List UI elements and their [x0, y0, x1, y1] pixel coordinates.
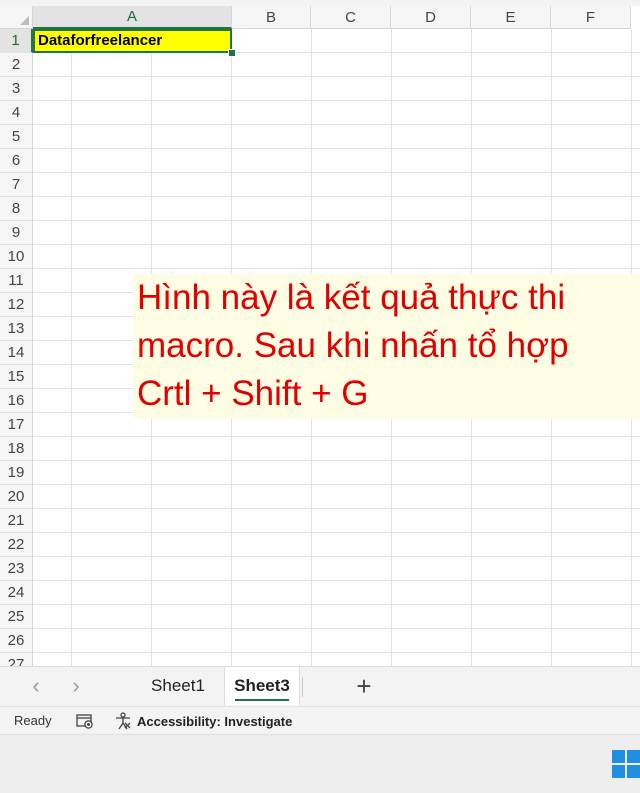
column-header-a[interactable]: A	[33, 6, 232, 29]
annotation-textbox[interactable]: Hình này là kết quả thực thi macro. Sau …	[133, 274, 640, 419]
row-header[interactable]: 21	[0, 509, 33, 533]
chevron-left-icon[interactable]: ‹	[23, 673, 49, 699]
select-all-button[interactable]	[0, 6, 33, 29]
row-header[interactable]: 13	[0, 317, 33, 341]
accessibility-label: Accessibility: Investigate	[137, 713, 293, 729]
row-header[interactable]: 16	[0, 389, 33, 413]
row-header[interactable]: 20	[0, 485, 33, 509]
row-header[interactable]: 23	[0, 557, 33, 581]
windows-start-pane	[612, 765, 625, 778]
row-header[interactable]: 9	[0, 221, 33, 245]
windows-start-icon[interactable]	[612, 750, 640, 778]
column-header-f[interactable]: F	[551, 6, 631, 29]
tab-sheet3-label: Sheet3	[234, 676, 290, 695]
tab-sheet3[interactable]: Sheet3	[224, 667, 300, 705]
column-header-c[interactable]: C	[311, 6, 391, 29]
windows-start-pane	[627, 750, 640, 763]
row-header[interactable]: 8	[0, 197, 33, 221]
row-header[interactable]: 1	[0, 29, 33, 53]
fill-handle[interactable]	[228, 49, 236, 57]
tab-sheet1-label: Sheet1	[151, 676, 205, 695]
row-header[interactable]: 25	[0, 605, 33, 629]
tab-sheet1[interactable]: Sheet1	[142, 667, 214, 705]
add-sheet-button[interactable]: +	[350, 671, 378, 701]
row-header[interactable]: 11	[0, 269, 33, 293]
row-header[interactable]: 4	[0, 101, 33, 125]
row-header[interactable]: 15	[0, 365, 33, 389]
row-header[interactable]: 2	[0, 53, 33, 77]
row-header[interactable]: 27	[0, 653, 33, 666]
column-header-d[interactable]: D	[391, 6, 471, 29]
active-tab-underline	[235, 699, 289, 701]
row-header[interactable]: 26	[0, 629, 33, 653]
row-header[interactable]: 17	[0, 413, 33, 437]
accessibility-checker[interactable]: Accessibility: Investigate	[114, 711, 292, 731]
column-header-e[interactable]: E	[471, 6, 551, 29]
cell-area[interactable]: Dataforfreelancer Hình này là kết quả th…	[33, 29, 640, 666]
row-header[interactable]: 19	[0, 461, 33, 485]
windows-taskbar	[0, 734, 640, 793]
windows-start-pane	[612, 750, 625, 763]
row-header[interactable]: 24	[0, 581, 33, 605]
row-header[interactable]: 7	[0, 173, 33, 197]
accessibility-icon	[116, 712, 131, 730]
sheet-tab-bar: ‹ › Sheet1 Sheet3 +	[0, 666, 640, 706]
row-header[interactable]: 12	[0, 293, 33, 317]
spreadsheet-grid: A B C D E F 1 2 3 4 5 6 7 8 9 10 11 12 13 14 15 16 17 18 1…	[0, 6, 640, 666]
status-bar: Ready Accessibility: Investigate	[0, 706, 640, 734]
chevron-right-icon[interactable]: ›	[63, 673, 89, 699]
select-all-triangle-icon	[20, 16, 29, 25]
cell-a1[interactable]: Dataforfreelancer	[33, 29, 232, 53]
row-header[interactable]: 6	[0, 149, 33, 173]
status-ready: Ready	[14, 713, 52, 728]
row-header[interactable]: 10	[0, 245, 33, 269]
row-header[interactable]: 3	[0, 77, 33, 101]
windows-start-pane	[627, 765, 640, 778]
row-header[interactable]: 14	[0, 341, 33, 365]
row-header[interactable]: 5	[0, 125, 33, 149]
column-header-b[interactable]: B	[232, 6, 311, 29]
row-header[interactable]: 22	[0, 533, 33, 557]
column-headers: A B C D E F	[33, 6, 631, 29]
row-header[interactable]: 18	[0, 437, 33, 461]
row-headers: 1 2 3 4 5 6 7 8 9 10 11 12 13 14 15 16 17 18 19 20 21 22 23 24 2…	[0, 29, 33, 666]
tab-separator	[302, 677, 303, 697]
macro-recording-icon[interactable]	[76, 713, 94, 729]
